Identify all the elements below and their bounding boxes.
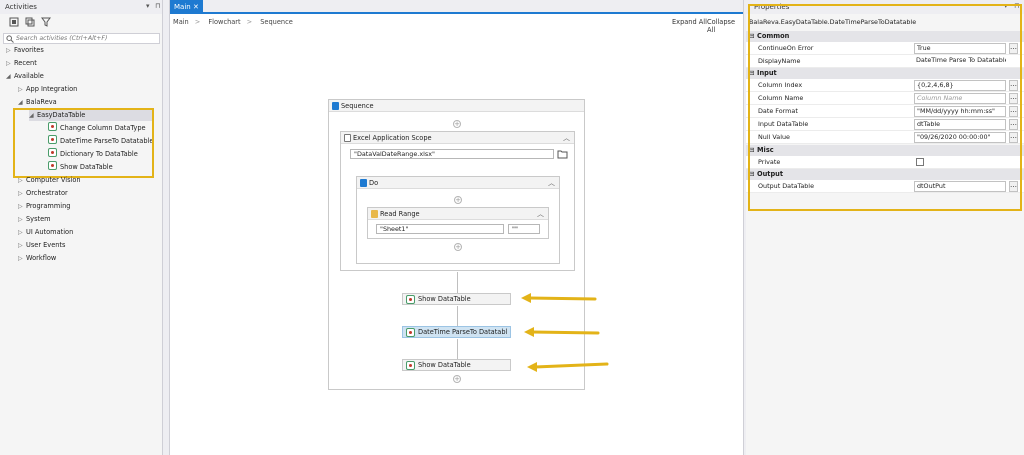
activity-icon [406, 295, 415, 304]
highlight-box [748, 4, 1022, 211]
tree-user-events[interactable]: ▷ User Events [18, 239, 65, 251]
read-range-container[interactable]: Read Range ︿ "Sheet1" "" [367, 207, 549, 239]
range-input[interactable]: "" [508, 224, 540, 234]
tree-balareva[interactable]: ◢ BalaReva [18, 96, 57, 108]
add-activity-icon[interactable]: + [454, 243, 462, 251]
tree-programming[interactable]: ▷ Programming [18, 200, 70, 212]
breadcrumb-main[interactable]: Main [173, 18, 189, 26]
breadcrumb: Main > Flowchart > Sequence [173, 18, 293, 26]
activity-datetime-parse-card[interactable]: DateTime ParseTo Datatabl [402, 326, 511, 338]
expand-all-link[interactable]: Expand All [672, 18, 707, 26]
breadcrumb-flowchart[interactable]: Flowchart [208, 18, 240, 26]
tree-ui-automation[interactable]: ▷ UI Automation [18, 226, 73, 238]
collapse-icon[interactable]: ︿ [563, 132, 570, 144]
add-activity-icon[interactable]: + [453, 375, 461, 383]
folder-icon[interactable] [557, 149, 568, 159]
pin-icon[interactable]: ⊓ [155, 2, 160, 10]
add-activity-icon[interactable]: + [454, 196, 462, 204]
excel-scope-header: Excel Application Scope ︿ [341, 132, 574, 144]
tree-computer-vision[interactable]: ▷ Computer Vision [18, 174, 81, 186]
tree-workflow[interactable]: ▷ Workflow [18, 252, 56, 264]
connector-line [457, 339, 458, 361]
tab-main[interactable]: Main ✕ [170, 0, 203, 14]
activity-show-datatable-1[interactable]: Show DataTable [402, 293, 511, 305]
activities-panel: Activities ▾ ⊓ ▷Favorites ▷Recent ◢Avail… [0, 0, 163, 455]
search-icon [6, 35, 14, 43]
arrow-icon [524, 327, 600, 337]
do-header: Do ︿ [357, 177, 559, 189]
collapse-icon[interactable]: ︿ [537, 208, 544, 220]
collapse-icon[interactable]: ︿ [548, 177, 555, 189]
tree-favorites[interactable]: ▷ Favorites [6, 44, 44, 56]
activity-icon [406, 328, 415, 337]
dropdown-icon[interactable]: ▾ [146, 2, 150, 10]
collapse-all-icon[interactable] [25, 17, 35, 27]
sequence-header: Sequence [329, 100, 584, 112]
read-range-icon [371, 210, 378, 218]
filter-icon[interactable] [41, 17, 51, 27]
activity-icon [406, 361, 415, 370]
excel-scope-container[interactable]: Excel Application Scope ︿ "DataValDateRa… [340, 131, 575, 271]
expand-all-icon[interactable] [9, 17, 19, 27]
excel-file-input[interactable]: "DataValDateRange.xlsx" [350, 149, 554, 159]
do-container[interactable]: Do ︿ + Read Range ︿ "Sheet1" "" + [356, 176, 560, 264]
sequence-container[interactable]: Sequence + Excel Application Scope ︿ "Da… [328, 99, 585, 390]
breadcrumb-sequence[interactable]: Sequence [260, 18, 293, 26]
collapse-all-link[interactable]: Collapse All [707, 18, 743, 34]
read-range-header: Read Range ︿ [368, 208, 548, 220]
search-input[interactable] [4, 34, 144, 43]
highlight-box [13, 108, 154, 178]
sequence-icon [360, 179, 367, 187]
tree-orchestrator[interactable]: ▷ Orchestrator [18, 187, 68, 199]
activity-show-datatable-2[interactable]: Show DataTable [402, 359, 511, 371]
designer-panel: Main ✕ Main > Flowchart > Sequence Expand … [169, 0, 744, 455]
tree-app-integration[interactable]: ▷ App Integration [18, 83, 77, 95]
arrow-icon [527, 362, 609, 372]
tree-recent[interactable]: ▷ Recent [6, 57, 37, 69]
close-icon[interactable]: ✕ [193, 3, 199, 11]
sheet-input[interactable]: "Sheet1" [376, 224, 504, 234]
search-box[interactable] [3, 33, 160, 44]
arrow-icon [521, 293, 597, 303]
excel-icon [344, 134, 351, 142]
tab-bar: Main ✕ [170, 0, 743, 14]
add-activity-icon[interactable]: + [453, 120, 461, 128]
tree-system[interactable]: ▷ System [18, 213, 51, 225]
tree-available[interactable]: ◢ Available [6, 70, 44, 82]
sequence-icon [332, 102, 339, 110]
activities-title: Activities [0, 0, 162, 14]
properties-panel: Properties ▾ ⊓ BalaReva.EasyDataTable.Da… [746, 0, 1024, 455]
connector-line [457, 306, 458, 328]
